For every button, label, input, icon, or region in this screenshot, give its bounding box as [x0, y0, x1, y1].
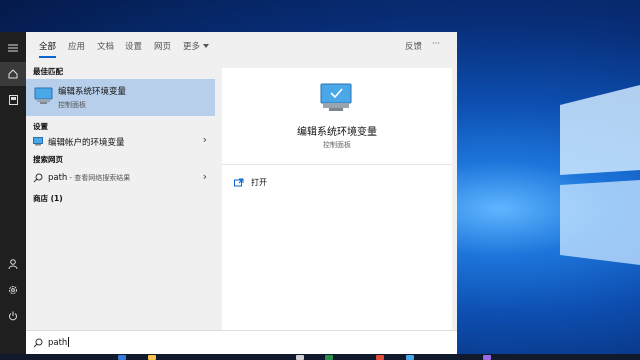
preview-subtitle: 控制面板: [323, 141, 351, 149]
section-web: 搜索网页: [33, 155, 63, 164]
taskbar-app-icon[interactable]: [325, 355, 333, 360]
search-icon: [33, 173, 43, 183]
tab-more-label: 更多: [183, 42, 201, 52]
settings-result-label: 编辑帐户的环境变量: [48, 138, 125, 148]
taskbar-app-icon[interactable]: [118, 355, 126, 360]
search-input[interactable]: path: [48, 337, 70, 348]
menu-icon[interactable]: [0, 36, 26, 60]
active-tab-indicator: [39, 56, 56, 58]
taskbar-app-icon[interactable]: [148, 355, 156, 360]
chevron-right-icon[interactable]: ›: [203, 133, 207, 146]
chevron-down-icon: [203, 44, 210, 48]
preview-divider: [222, 164, 452, 165]
taskbar-app-icon[interactable]: [406, 355, 414, 360]
best-match-title: 编辑系统环境变量: [58, 87, 127, 97]
best-match-subtitle: 控制面板: [58, 101, 86, 109]
search-box[interactable]: path: [26, 330, 457, 354]
search-tabs: 全部 应用 文档 设置 网页 更多 反馈 ···: [26, 32, 457, 60]
user-icon[interactable]: [0, 252, 26, 276]
settings-result-item[interactable]: 编辑帐户的环境变量 ›: [26, 132, 215, 150]
tab-documents[interactable]: 文档: [97, 40, 114, 52]
taskbar: [0, 354, 640, 360]
web-result-suffix: - 查看网络搜索结果: [67, 174, 131, 182]
open-action[interactable]: 打开: [232, 176, 432, 192]
home-icon[interactable]: [0, 62, 26, 86]
feedback-button[interactable]: 反馈: [405, 40, 422, 52]
text-cursor: [68, 337, 70, 347]
web-result-query: path: [48, 173, 68, 183]
tab-all[interactable]: 全部: [39, 40, 56, 52]
web-result-text: path - 查看网络搜索结果: [48, 173, 130, 183]
search-panel: 全部 应用 文档 设置 网页 更多 反馈 ··· 最佳匹配 编辑系统环境变量 控…: [26, 32, 457, 330]
document-icon[interactable]: [0, 88, 26, 112]
tab-more[interactable]: 更多: [183, 40, 210, 52]
preview-pane: 编辑系统环境变量 控制面板 打开: [222, 68, 452, 330]
web-result-item[interactable]: path - 查看网络搜索结果 ›: [26, 170, 215, 188]
search-query-text: path: [48, 338, 68, 348]
more-options-button[interactable]: ···: [432, 39, 440, 49]
monitor-icon: [320, 83, 352, 111]
section-store[interactable]: 商店 (1): [33, 193, 63, 204]
section-best-match: 最佳匹配: [33, 67, 63, 76]
tab-apps[interactable]: 应用: [68, 40, 85, 52]
taskbar-app-icon[interactable]: [483, 355, 491, 360]
monitor-icon: [34, 87, 53, 104]
tab-settings[interactable]: 设置: [125, 40, 142, 52]
preview-title: 编辑系统环境变量: [297, 127, 377, 138]
start-rail: [0, 32, 26, 354]
search-icon: [33, 338, 43, 348]
gear-icon[interactable]: [0, 278, 26, 302]
best-match-item[interactable]: 编辑系统环境变量 控制面板: [26, 79, 215, 116]
monitor-icon: [33, 137, 43, 146]
section-settings: 设置: [33, 122, 48, 131]
power-icon[interactable]: [0, 304, 26, 328]
open-icon: [234, 178, 244, 187]
open-action-label: 打开: [251, 178, 267, 187]
results-list: 最佳匹配 编辑系统环境变量 控制面板 设置 编辑帐户的环境变量 › 搜索网页 p…: [26, 60, 216, 330]
taskbar-app-icon[interactable]: [296, 355, 304, 360]
taskbar-app-icon[interactable]: [376, 355, 384, 360]
windows-logo: [560, 85, 640, 265]
tab-web[interactable]: 网页: [154, 40, 171, 52]
chevron-right-icon[interactable]: ›: [203, 170, 207, 183]
